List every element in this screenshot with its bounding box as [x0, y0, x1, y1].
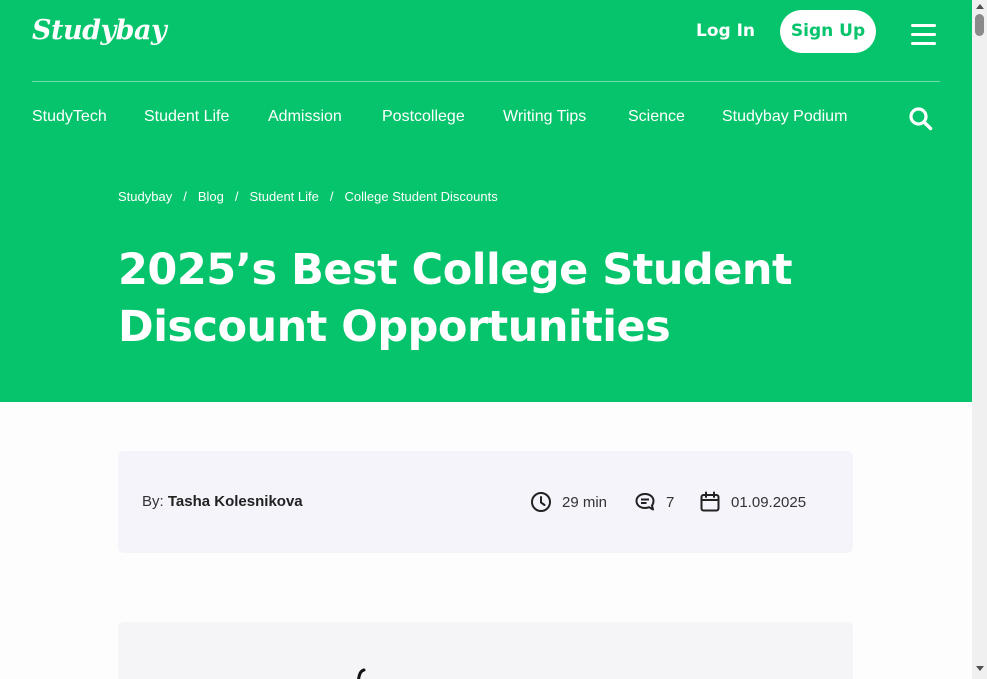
comments-count-value: 7 [666, 493, 675, 511]
breadcrumb-item-studybay[interactable]: Studybay [118, 189, 172, 204]
author-byline: By: Tasha Kolesnikova [142, 493, 303, 510]
nav-item-student-life[interactable]: Student Life [144, 108, 229, 126]
breadcrumb-item-blog[interactable]: Blog [198, 189, 224, 204]
nav-item-admission[interactable]: Admission [268, 108, 342, 126]
illustration-fragment [357, 668, 366, 679]
nav-item-studytech[interactable]: StudyTech [32, 108, 107, 126]
breadcrumb-separator: / [234, 189, 239, 204]
breadcrumb-item-current: College Student Discounts [344, 189, 498, 204]
search-icon[interactable] [908, 106, 933, 131]
page: Studybay Log In Sign Up StudyTech Studen… [0, 0, 972, 679]
login-link[interactable]: Log In [696, 21, 755, 41]
breadcrumb-separator: / [329, 189, 334, 204]
read-time: 29 min [530, 490, 607, 514]
author-name[interactable]: Tasha Kolesnikova [168, 493, 303, 510]
vertical-scrollbar[interactable] [972, 0, 987, 679]
hero-section: Studybay Log In Sign Up StudyTech Studen… [0, 0, 972, 402]
calendar-icon [700, 491, 720, 512]
by-label: By: [142, 493, 164, 510]
page-title-line2: Discount Opportunities [118, 302, 671, 352]
logo[interactable]: Studybay [32, 15, 167, 46]
hamburger-menu-icon[interactable] [911, 24, 936, 45]
publish-date: 01.09.2025 [699, 490, 806, 514]
scroll-up-arrow-icon[interactable] [976, 4, 984, 9]
nav-item-writing-tips[interactable]: Writing Tips [503, 108, 586, 126]
read-time-value: 29 min [562, 493, 608, 511]
top-bar: Studybay Log In Sign Up [32, 0, 940, 82]
nav-item-postcollege[interactable]: Postcollege [382, 108, 465, 126]
signup-button[interactable]: Sign Up [780, 10, 876, 53]
comments-count[interactable]: 7 [634, 490, 674, 514]
breadcrumb: Studybay / Blog / Student Life / College Stude… [118, 189, 498, 204]
article-meta-bar: By: Tasha Kolesnikova 29 min 7 01.09.202… [118, 451, 853, 553]
scrollbar-thumb[interactable] [975, 14, 984, 36]
publish-date-value: 01.09.2025 [731, 493, 807, 511]
nav-item-studybay-podium[interactable]: Studybay Podium [722, 108, 847, 126]
breadcrumb-item-student-life[interactable]: Student Life [249, 189, 318, 204]
page-title-line1: 2025’s Best College Student [118, 245, 793, 295]
clock-icon [531, 492, 551, 512]
breadcrumb-separator: / [183, 189, 187, 204]
category-nav: StudyTech Student Life Admission Postcol… [32, 106, 940, 132]
scroll-down-arrow-icon[interactable] [976, 666, 984, 671]
comment-icon [635, 493, 655, 511]
article-image-card [118, 622, 853, 679]
page-title: 2025’s Best College Student Discount Opp… [118, 242, 818, 356]
nav-item-science[interactable]: Science [628, 108, 685, 126]
